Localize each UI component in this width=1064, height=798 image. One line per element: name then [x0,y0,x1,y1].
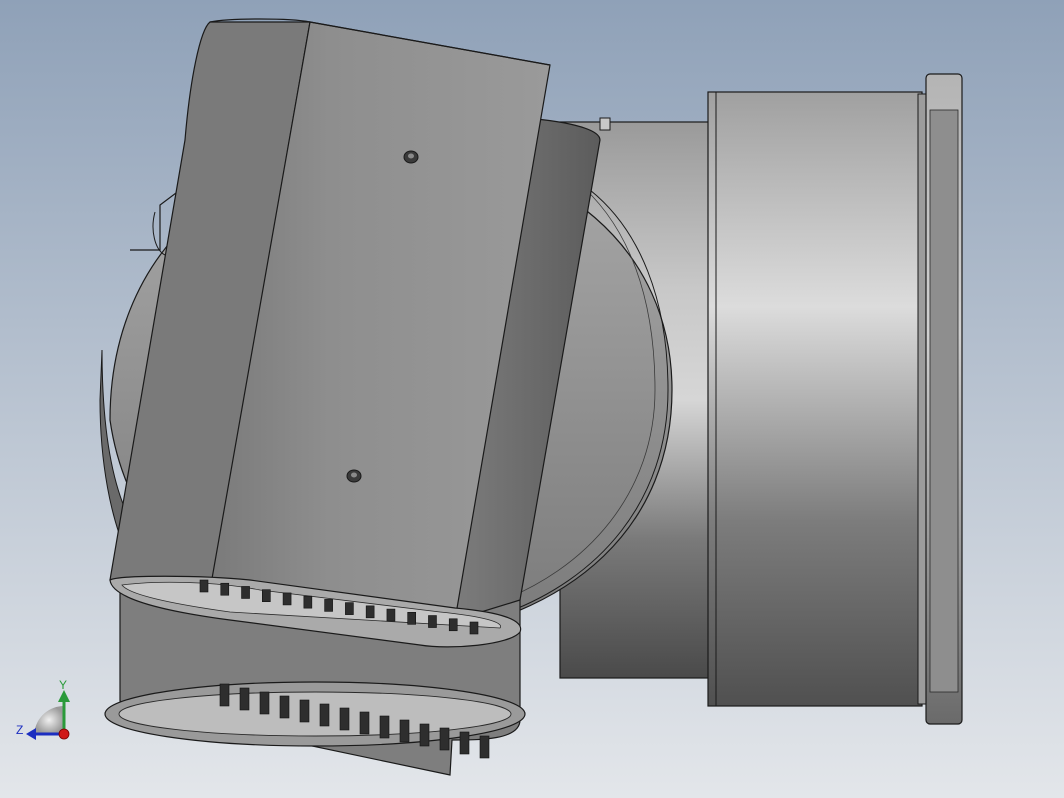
vent-slot [365,605,375,619]
flange-band[interactable] [707,91,929,707]
graphics-viewport[interactable]: Y Z [0,0,1064,798]
vent-slot [220,582,230,596]
vent-slot [279,695,290,719]
vent-slot [199,579,209,593]
vent-slot [282,592,292,606]
vent-slot [241,586,250,599]
vent-slot [407,612,416,625]
vent-slot [428,615,437,628]
vent-slot [459,731,470,755]
vent-slot [386,608,396,622]
vent-slot [345,602,354,615]
end-plate[interactable] [925,73,963,725]
x-axis-dot [58,728,70,740]
vent-slot [299,699,310,723]
vent-slot [219,683,230,707]
vent-slot [239,687,250,711]
cad-model-view[interactable] [0,0,1064,798]
vent-slot [399,719,410,743]
vent-slot [439,727,450,751]
vent-slot [262,589,271,602]
vent-slot [324,599,333,612]
vent-slot [259,691,270,715]
vent-slot [303,595,313,609]
vent-slot [419,723,430,747]
triad-z-label: Z [16,723,24,737]
triad-y-label: Y [59,678,68,692]
vent-slot [448,618,458,632]
vent-slot [359,711,370,735]
vent-slot [469,621,479,635]
vent-slot [319,703,330,727]
vent-slot [339,707,350,731]
vent-slot [479,735,490,759]
vent-slot [379,715,390,739]
